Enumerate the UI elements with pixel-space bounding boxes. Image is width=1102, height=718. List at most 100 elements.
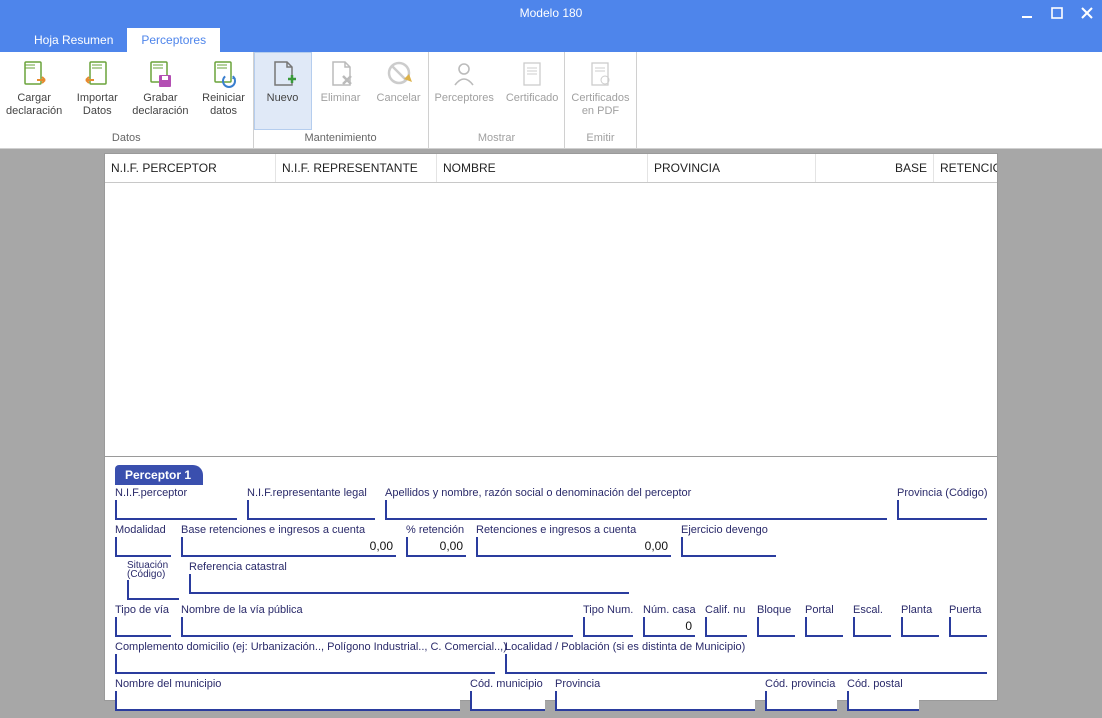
label-puerta: Puerta <box>949 604 987 616</box>
label-nif-perceptor: N.I.F.perceptor <box>115 487 237 499</box>
nombre-via-input[interactable] <box>181 617 573 637</box>
ribbon: Cargar declaración Importar Datos Grabar… <box>0 52 1102 149</box>
app-window: Modelo 180 Hoja Resumen Perceptores Carg… <box>0 0 1102 718</box>
ribbon-group-label: Mostrar <box>429 130 565 148</box>
ribbon-group-label: Datos <box>0 130 253 148</box>
label-provincia-cod: Provincia (Código) <box>897 487 987 499</box>
complemento-input[interactable] <box>115 654 495 674</box>
tab-hoja-resumen[interactable]: Hoja Resumen <box>20 28 127 52</box>
col-nif-perceptor[interactable]: N.I.F. PERCEPTOR <box>105 154 276 182</box>
nif-perceptor-input[interactable] <box>115 500 237 520</box>
titlebar: Modelo 180 <box>0 0 1102 26</box>
eliminar-button: Eliminar <box>312 52 370 130</box>
ribbon-group-label: Emitir <box>565 130 635 148</box>
modalidad-input[interactable] <box>115 537 171 557</box>
label-nombre-via: Nombre de la vía pública <box>181 604 573 616</box>
grabar-declaracion-button[interactable]: Grabar declaración <box>126 52 194 130</box>
grid-header: N.I.F. PERCEPTOR N.I.F. REPRESENTANTE NO… <box>105 154 997 183</box>
certificados-pdf-button: Certificados en PDF <box>565 52 635 130</box>
puerta-input[interactable] <box>949 617 987 637</box>
label-base-ret: Base retenciones e ingresos a cuenta <box>181 524 396 536</box>
grid-body[interactable] <box>105 183 997 456</box>
nif-rep-legal-input[interactable] <box>247 500 375 520</box>
ribbon-group-emitir: Certificados en PDF Emitir <box>565 52 636 148</box>
certificate-icon <box>516 58 548 90</box>
col-nombre[interactable]: NOMBRE <box>437 154 648 182</box>
label-num-casa: Núm. casa <box>643 604 695 616</box>
label-ref-catastral: Referencia catastral <box>189 561 629 573</box>
perceptores-button: Perceptores <box>429 52 500 130</box>
bloque-input[interactable] <box>757 617 795 637</box>
situacion-input[interactable] <box>127 580 179 600</box>
label-ejercicio: Ejercicio devengo <box>681 524 776 536</box>
pct-ret-input[interactable] <box>406 537 466 557</box>
workarea: N.I.F. PERCEPTOR N.I.F. REPRESENTANTE NO… <box>0 153 1102 701</box>
num-casa-input[interactable] <box>643 617 695 637</box>
ribbon-group-mantenimiento: Nuevo Eliminar Cancelar Mantenimiento <box>254 52 429 148</box>
ribbon-group-mostrar: Perceptores Certificado Mostrar <box>429 52 566 148</box>
cargar-declaracion-button[interactable]: Cargar declaración <box>0 52 68 130</box>
detail-tab[interactable]: Perceptor 1 <box>115 465 203 485</box>
planta-input[interactable] <box>901 617 939 637</box>
ribbon-tabstrip: Hoja Resumen Perceptores <box>0 26 1102 52</box>
cod-postal-input[interactable] <box>847 691 919 711</box>
escal-input[interactable] <box>853 617 891 637</box>
label-municipio: Nombre del municipio <box>115 678 460 690</box>
label-escal: Escal. <box>853 604 891 616</box>
col-nif-representante[interactable]: N.I.F. REPRESENTANTE <box>276 154 437 182</box>
tipo-via-input[interactable] <box>115 617 171 637</box>
detail-panel: Perceptor 1 N.I.F.perceptor N.I.F.repres… <box>104 457 998 701</box>
cancel-icon <box>383 58 415 90</box>
label-portal: Portal <box>805 604 843 616</box>
certificado-button: Certificado <box>500 52 565 130</box>
person-icon <box>448 58 480 90</box>
reiniciar-datos-button[interactable]: Reiniciar datos <box>195 52 253 130</box>
col-retenciones[interactable]: RETENCIONES <box>934 154 997 182</box>
provincia-cod-input[interactable] <box>897 500 987 520</box>
ribbon-group-label: Mantenimiento <box>254 130 428 148</box>
label-cod-postal: Cód. postal <box>847 678 919 690</box>
minimize-button[interactable] <box>1012 0 1042 26</box>
label-modalidad: Modalidad <box>115 524 171 536</box>
label-nif-rep-legal: N.I.F.representante legal <box>247 487 375 499</box>
base-ret-input[interactable] <box>181 537 396 557</box>
document-delete-icon <box>325 58 357 90</box>
col-base[interactable]: BASE <box>816 154 934 182</box>
localidad-input[interactable] <box>505 654 987 674</box>
cod-provincia-input[interactable] <box>765 691 837 711</box>
label-cod-provincia: Cód. provincia <box>765 678 837 690</box>
col-provincia[interactable]: PROVINCIA <box>648 154 816 182</box>
document-refresh-icon <box>208 58 240 90</box>
data-grid[interactable]: N.I.F. PERCEPTOR N.I.F. REPRESENTANTE NO… <box>104 153 998 457</box>
ret-ing-input[interactable] <box>476 537 671 557</box>
maximize-button[interactable] <box>1042 0 1072 26</box>
calif-nu-input[interactable] <box>705 617 747 637</box>
cod-municipio-input[interactable] <box>470 691 545 711</box>
close-button[interactable] <box>1072 0 1102 26</box>
ref-catastral-input[interactable] <box>189 574 629 594</box>
label-planta: Planta <box>901 604 939 616</box>
apellidos-input[interactable] <box>385 500 887 520</box>
label-ret-ing: Retenciones e ingresos a cuenta <box>476 524 671 536</box>
label-apellidos: Apellidos y nombre, razón social o denom… <box>385 487 887 499</box>
pdf-icon <box>584 58 616 90</box>
municipio-input[interactable] <box>115 691 460 711</box>
provincia-input[interactable] <box>555 691 755 711</box>
label-pct-ret: % retención <box>406 524 466 536</box>
importar-datos-button[interactable]: Importar Datos <box>68 52 126 130</box>
document-arrow-left-icon <box>81 58 113 90</box>
tab-perceptores[interactable]: Perceptores <box>127 28 220 52</box>
window-controls <box>1012 0 1102 26</box>
nuevo-button[interactable]: Nuevo <box>254 52 312 130</box>
label-situacion: Situación (Código) <box>127 561 179 579</box>
portal-input[interactable] <box>805 617 843 637</box>
cancelar-button: Cancelar <box>370 52 428 130</box>
window-title: Modelo 180 <box>520 6 583 20</box>
ejercicio-input[interactable] <box>681 537 776 557</box>
tipo-num-input[interactable] <box>583 617 633 637</box>
document-arrow-right-icon <box>18 58 50 90</box>
label-cod-municipio: Cód. municipio <box>470 678 545 690</box>
label-provincia: Provincia <box>555 678 755 690</box>
label-localidad: Localidad / Población (si es distinta de… <box>505 641 987 653</box>
document-new-icon <box>267 58 299 90</box>
